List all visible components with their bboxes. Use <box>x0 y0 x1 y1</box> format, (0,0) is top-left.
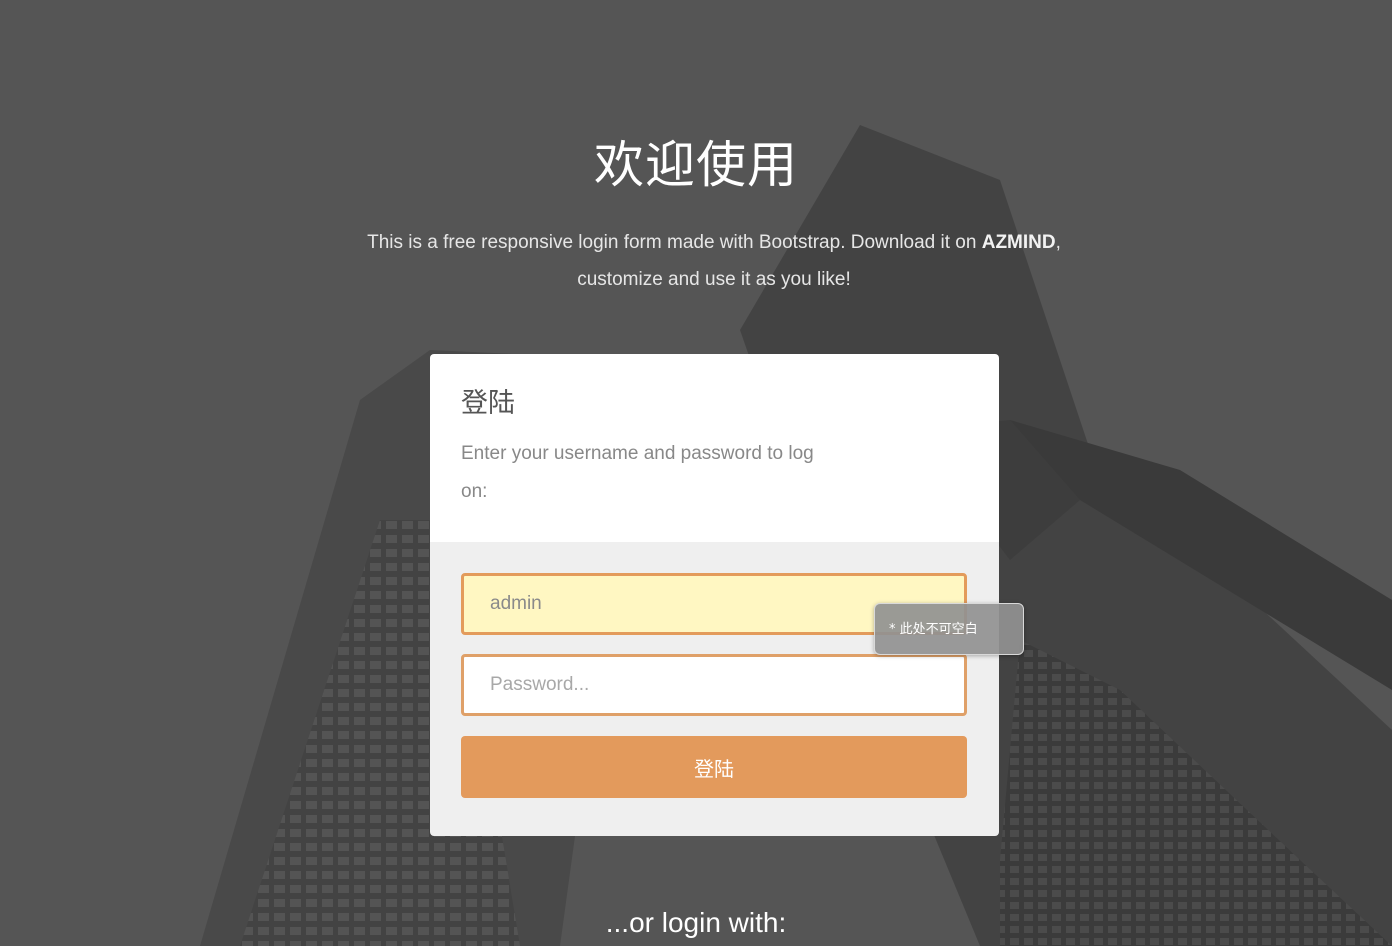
validation-tooltip: * 此处不可空白 <box>874 603 1024 655</box>
alternate-login-label: ...or login with: <box>605 907 787 938</box>
intro-text-start: This is a free responsive login form mad… <box>367 232 982 253</box>
login-card-header: 登陆 Enter your username and password to l… <box>430 354 999 542</box>
login-card: 登陆 Enter your username and password to l… <box>430 354 999 836</box>
page-title: 欢迎使用 <box>594 136 798 194</box>
login-description: Enter your username and password to log … <box>461 443 814 502</box>
login-button[interactable]: 登陆 <box>461 736 967 798</box>
password-input[interactable] <box>461 654 967 716</box>
login-heading: 登陆 <box>461 388 515 419</box>
login-card-body: 登陆 <box>430 542 999 836</box>
brand-link[interactable]: AZMIND <box>982 232 1056 253</box>
intro-text: This is a free responsive login form mad… <box>346 224 1082 298</box>
